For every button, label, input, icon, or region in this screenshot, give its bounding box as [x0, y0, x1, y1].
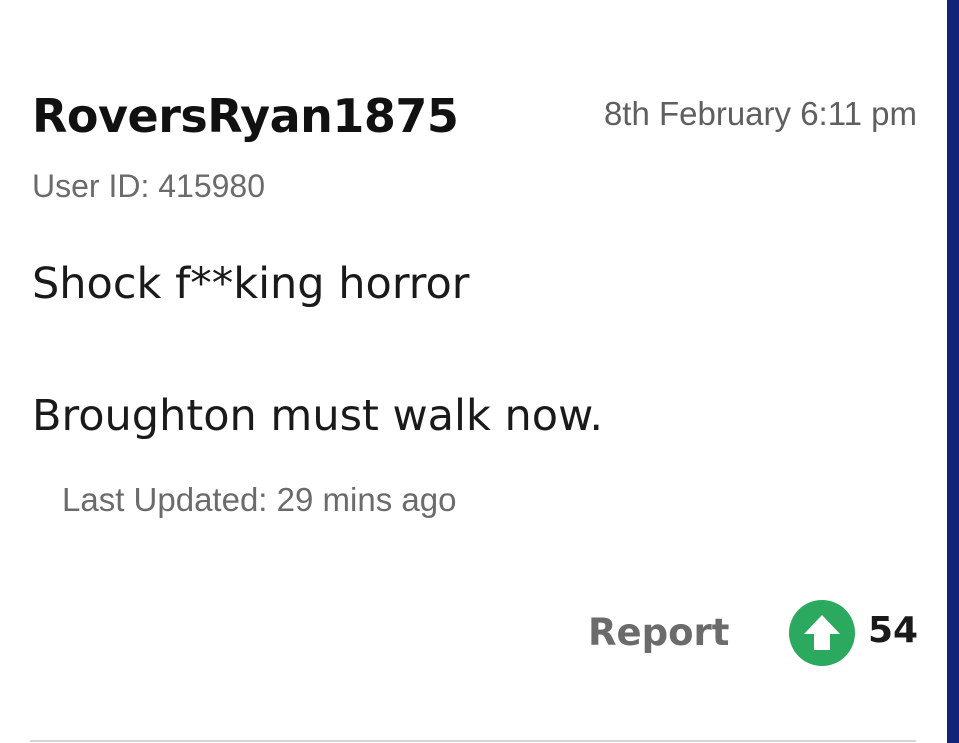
comment-card: RoversRyan1875 8th February 6:11 pm User…: [0, 0, 947, 743]
upvote-count: 54: [868, 610, 919, 651]
comment-body-line: Shock f**king horror: [32, 259, 470, 309]
report-button[interactable]: Report: [588, 608, 729, 658]
comment-user-id: User ID: 415980: [32, 168, 266, 204]
comment-divider: [30, 740, 916, 742]
comment-body-line: Broughton must walk now.: [32, 391, 603, 441]
upvote-button[interactable]: [789, 600, 855, 666]
side-accent-bar: [947, 0, 959, 743]
arrow-up-icon: [804, 615, 840, 650]
comment-username[interactable]: RoversRyan1875: [32, 88, 459, 144]
comment-last-updated: Last Updated: 29 mins ago: [62, 481, 457, 518]
comment-timestamp: 8th February 6:11 pm: [603, 95, 917, 132]
